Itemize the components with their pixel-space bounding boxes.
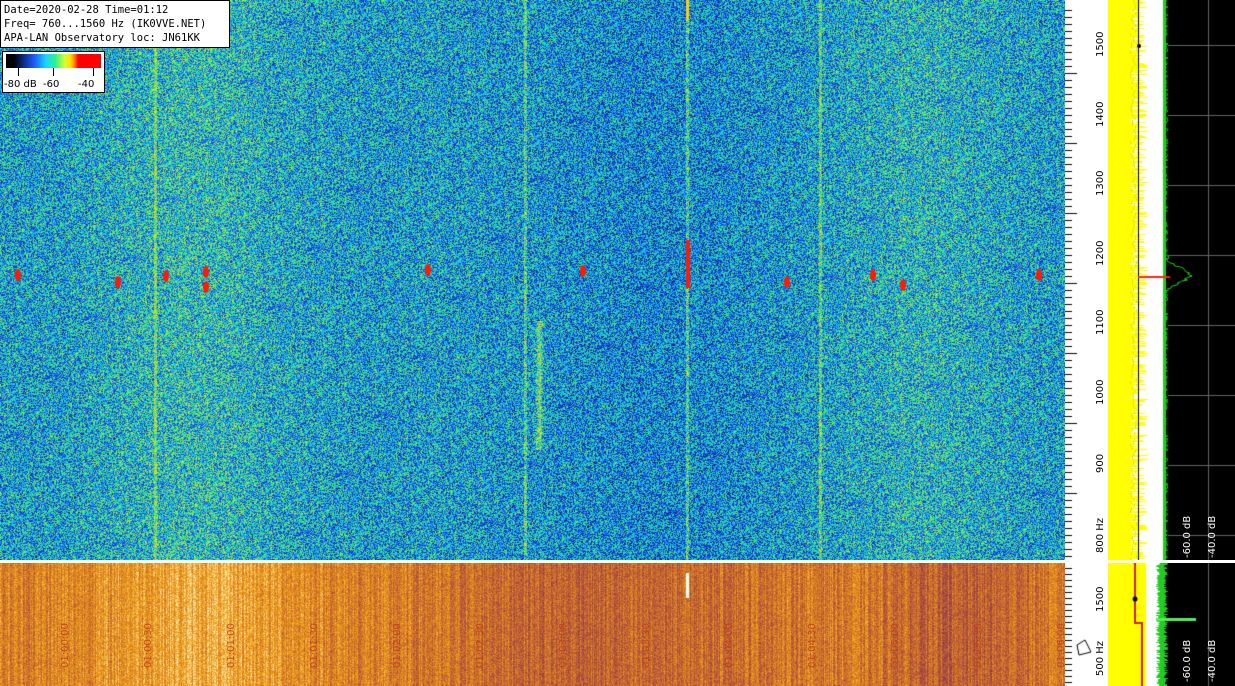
colorbar-legend: -80 dB -60 -40 [2,51,105,93]
main-waterfall [0,0,1065,560]
freq-tick-1500: 1500 [1095,31,1106,57]
spectrum-db-label-40: -40.0 dB [1207,515,1218,558]
time-label: 01:03:30 [641,623,652,668]
freq-tick-800: 800 Hz [1095,517,1106,553]
wide-waterfall [0,563,1065,686]
time-label: 01:06:00 [1056,623,1067,668]
wide-spectrum-db-label-40: -40.0 dB [1207,639,1218,682]
freq-tick-1300: 1300 [1095,170,1106,196]
time-label: 01:01:30 [309,623,320,668]
colorbar-gradient [6,54,101,68]
time-label: 01:05:00 [890,623,901,668]
observatory-label: APA-LAN Observatory loc: JN61KK [4,32,200,44]
freq-tick-1200: 1200 [1095,240,1106,266]
freq-tick-1400: 1400 [1095,101,1106,127]
freq-tick-900: 900 [1095,453,1106,473]
time-label: 01:01:00 [226,623,237,668]
wide-freq-tick-1500: 1500 [1095,586,1106,612]
time-label: 01:00:00 [60,623,71,668]
time-label: 01:04:00 [724,623,735,668]
spectrum-db-label-60: -60.0 dB [1182,515,1193,558]
date-time-label: Date=2020-02-28 Time=01:12 [4,4,169,16]
colorbar-label-mid: -60 [43,79,60,90]
time-label: 01:04:30 [807,623,818,668]
time-label: 01:03:00 [558,623,569,668]
freq-tick-1000: 1000 [1095,379,1106,405]
time-label: 01:05:30 [973,623,984,668]
wide-freq-tick-500: 500 Hz [1095,640,1106,676]
time-label: 01:02:30 [475,623,486,668]
time-label: 01:00:30 [143,623,154,668]
time-label: 01:02:00 [392,623,403,668]
colorbar-label-max: -40 [78,79,95,90]
spectrum-plot [1108,0,1235,560]
frequency-label: Freq= 760...1560 Hz (IK0VVE.NET) [4,18,207,30]
info-box: Date=2020-02-28 Time=01:12 Freq= 760...1… [0,0,230,48]
freq-tick-1100: 1100 [1095,309,1106,335]
colorbar-label-min: -80 dB [4,79,37,90]
wide-spectrum-db-label-60: -60.0 dB [1182,639,1193,682]
